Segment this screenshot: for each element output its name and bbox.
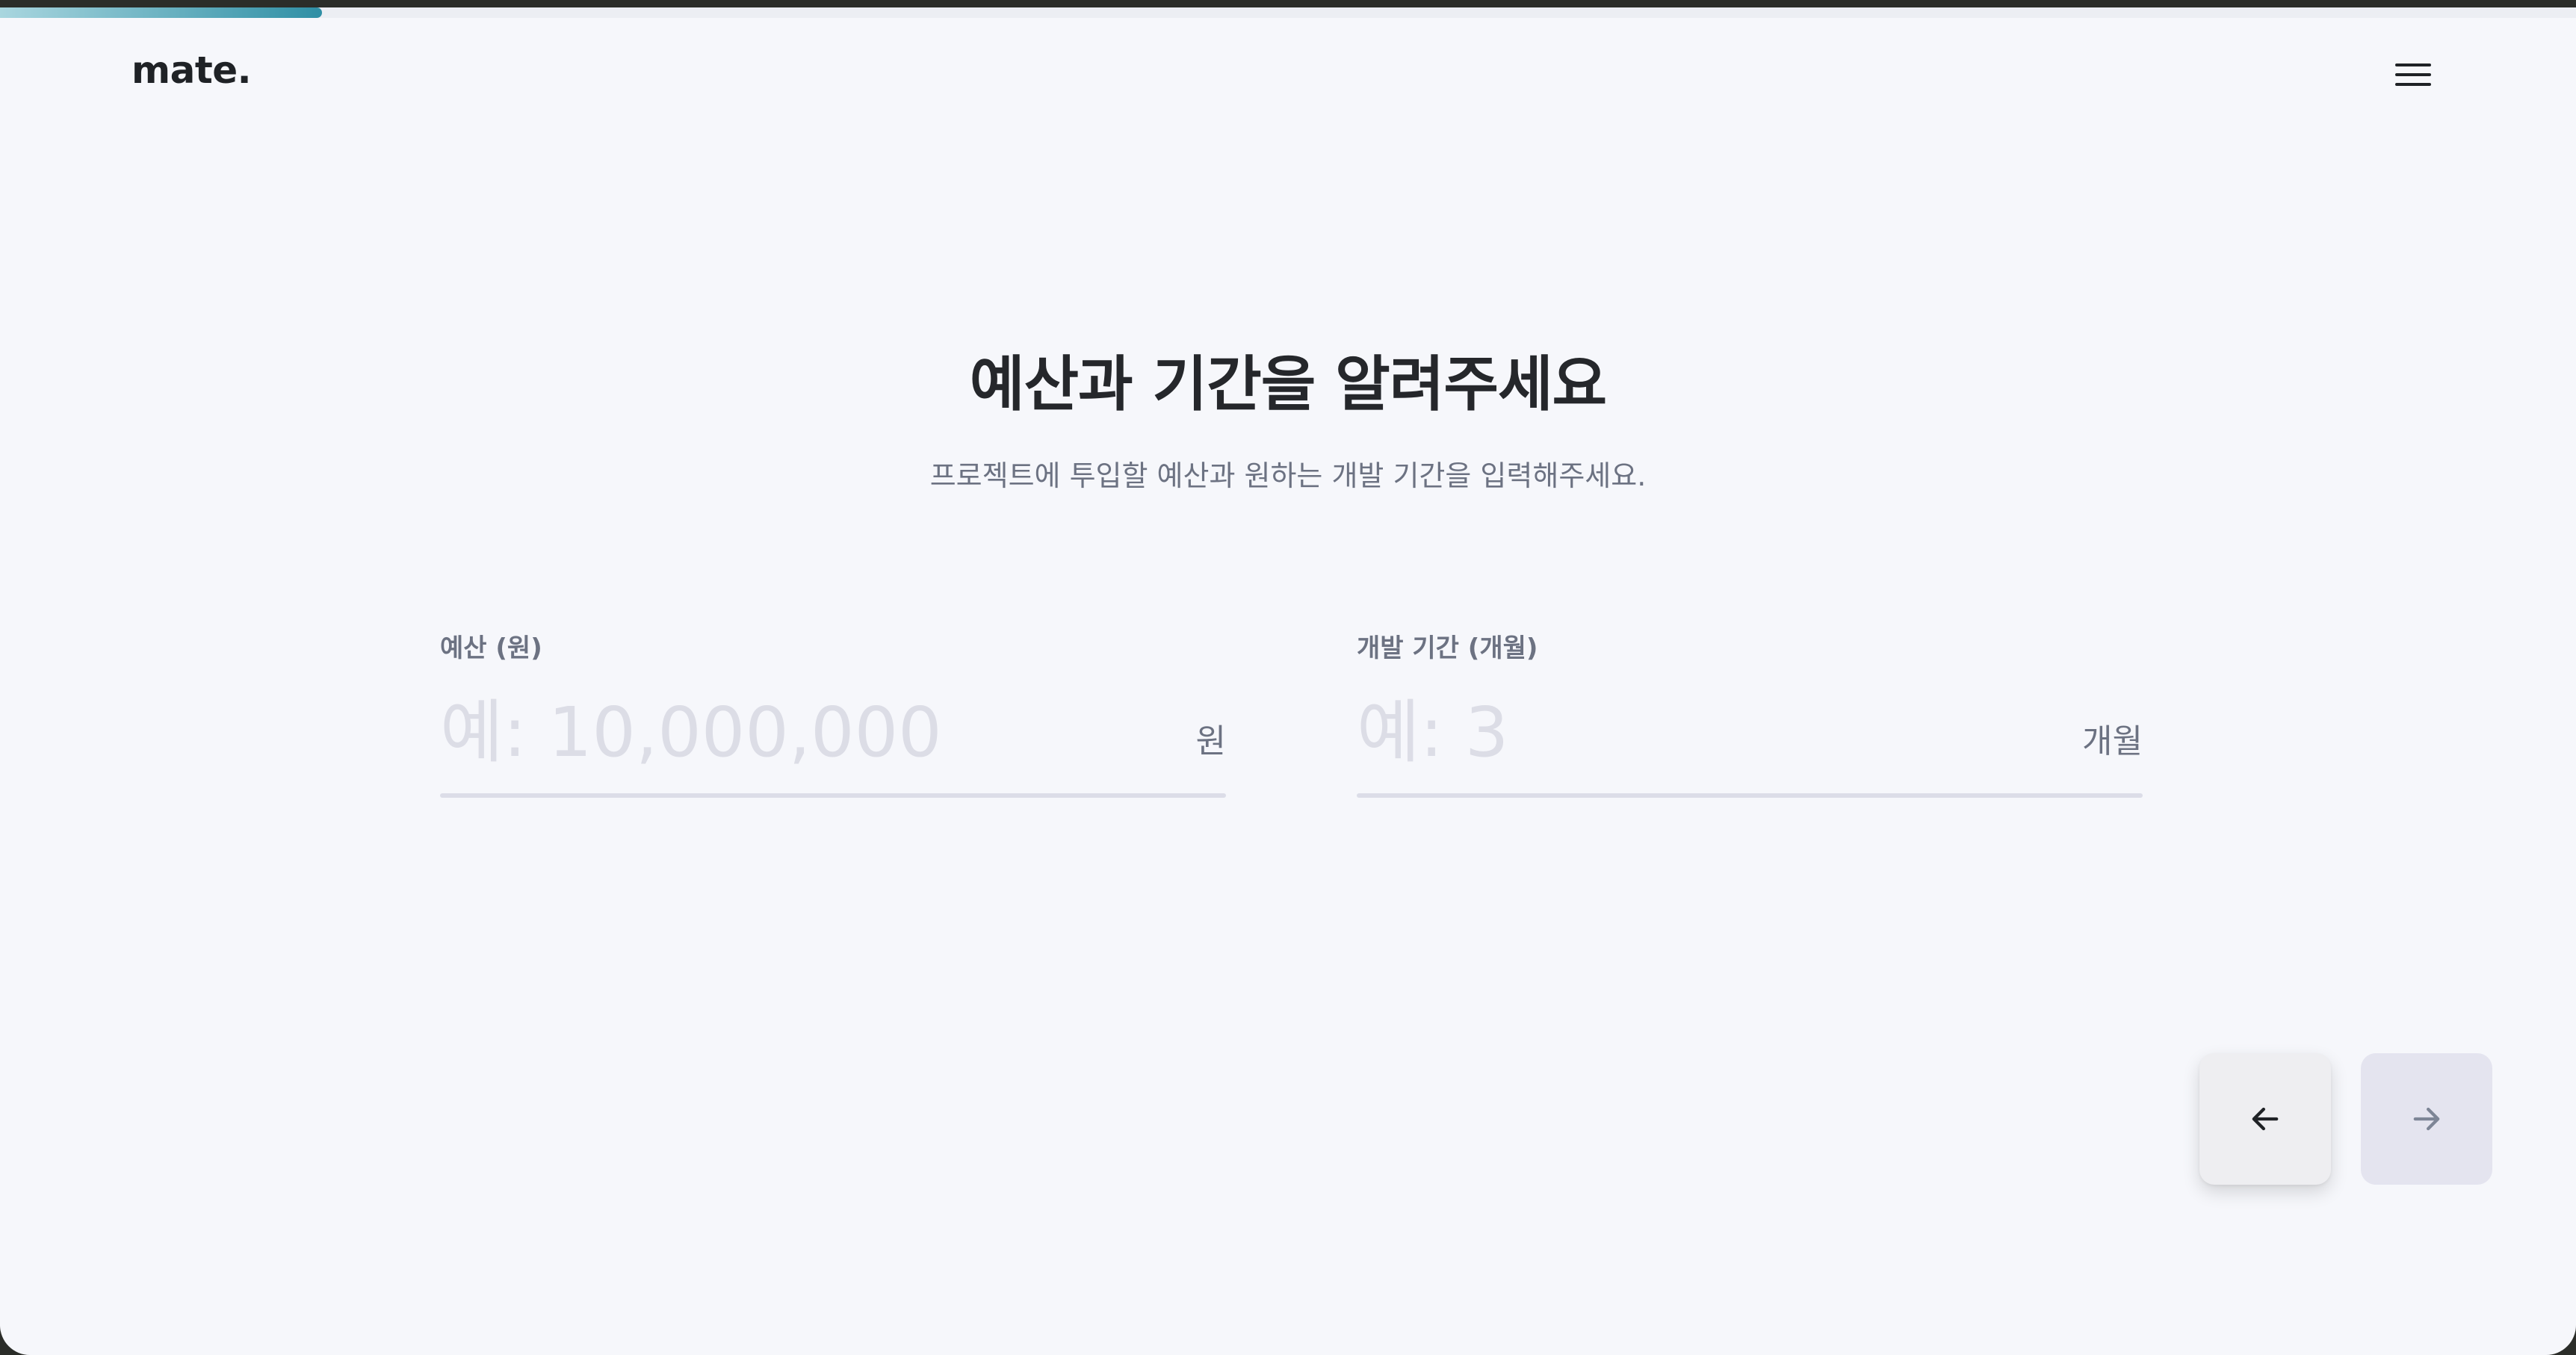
arrow-right-icon — [2413, 1107, 2440, 1131]
back-button[interactable] — [2199, 1053, 2331, 1185]
period-label: 개발 기간 (개월) — [1357, 633, 1538, 663]
period-underline — [1357, 793, 2143, 798]
hamburger-icon-line-1 — [2395, 63, 2431, 66]
period-unit: 개월 — [2082, 722, 2143, 760]
progress-bar — [0, 7, 2576, 18]
app-window: mate. 예산과 기간을 알려주세요 프로젝트에 투입할 예산과 원하는 개발… — [0, 7, 2576, 1355]
period-input[interactable] — [1357, 687, 2014, 777]
page-title: 예산과 기간을 알려주세요 — [969, 350, 1607, 419]
hamburger-icon-line-3 — [2395, 83, 2431, 86]
hamburger-icon-line-2 — [2395, 73, 2431, 76]
period-field: 개발 기간 (개월) 개월 — [1357, 620, 2143, 801]
budget-label: 예산 (원) — [440, 633, 542, 663]
page-subtitle: 프로젝트에 투입할 예산과 원하는 개발 기간을 입력해주세요. — [929, 459, 1647, 492]
next-button[interactable] — [2361, 1053, 2492, 1185]
budget-unit: 원 — [1195, 722, 1226, 760]
logo[interactable]: mate. — [131, 49, 252, 92]
menu-button[interactable] — [2376, 45, 2450, 105]
progress-bar-fill — [0, 7, 322, 18]
budget-underline — [440, 793, 1226, 798]
budget-input[interactable] — [440, 687, 1097, 777]
budget-field: 예산 (원) 원 — [440, 620, 1226, 801]
arrow-left-icon — [2252, 1107, 2279, 1131]
